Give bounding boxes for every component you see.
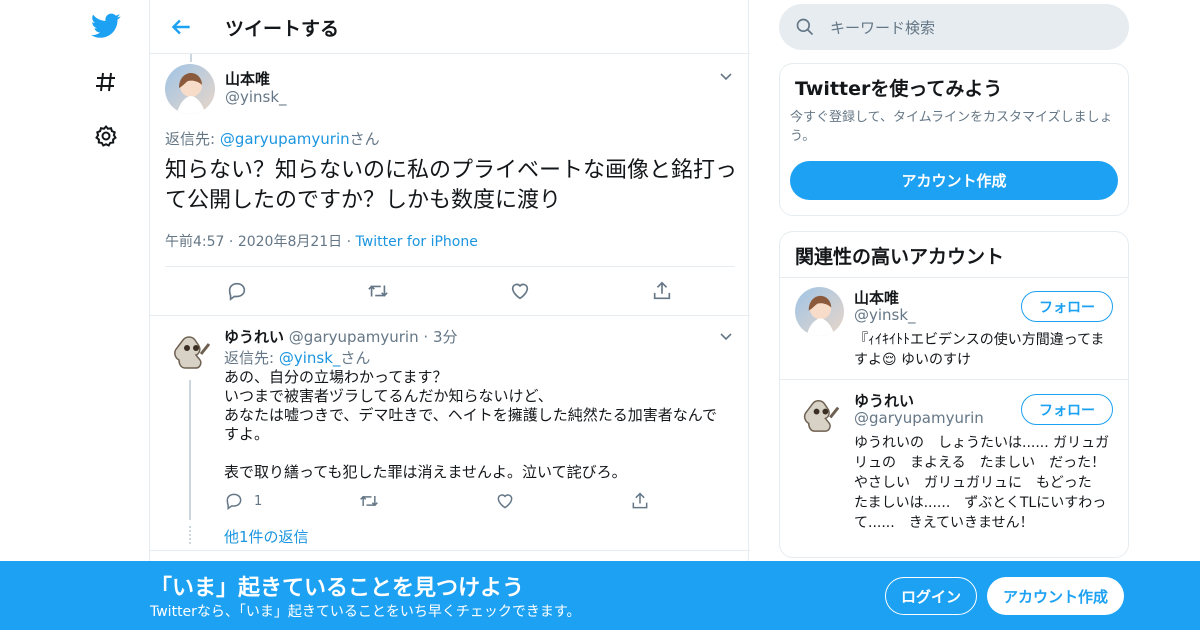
like-icon[interactable] [495, 491, 517, 513]
divider [780, 277, 1128, 278]
reply-count: 1 [254, 494, 263, 509]
tweet-meta: 午前4:57 · 2020年8月21日 · Twitter for iPhone [165, 231, 478, 251]
twitter-bird-icon[interactable] [90, 10, 122, 42]
account-name[interactable]: 山本唯 [854, 287, 899, 308]
reply-text: あの、自分の立場わかってます？ いつまで被害者ヅラしてるんだか知らないけど、 あ… [224, 368, 724, 482]
avatar[interactable] [795, 287, 844, 336]
reply-line: すよ。 [224, 425, 270, 443]
account-handle[interactable]: @garyupamyurin [854, 409, 984, 427]
retweet-icon[interactable] [359, 491, 381, 513]
divider [780, 379, 1128, 380]
tweet-text: 知らない？知らないのに私のプライベートな画像と銘打って公開したのですか？しかも数… [165, 158, 738, 213]
tweet-time[interactable]: 午前4:57 [165, 234, 224, 250]
account-handle[interactable]: @yinsk_ [854, 306, 916, 324]
reply-suffix: さん [340, 349, 371, 367]
reply-line: いつまで被害者ヅラしてるんだか知らないけど、 [224, 387, 553, 405]
share-icon[interactable] [630, 491, 652, 513]
divider [165, 266, 735, 267]
thread-dots [189, 526, 192, 544]
chevron-down-icon[interactable] [718, 328, 734, 344]
signup-card-desc: 今すぐ登録して、タイムラインをカスタマイズしましょう。 [790, 110, 1113, 144]
signup-card: Twitterを使ってみよう 今すぐ登録して、タイムラインをカスタマイズしましょ… [779, 63, 1129, 216]
account-bio: ゆうれいの しょうたいは...... ガリュガリュの まよえる たましい だった… [854, 435, 1110, 531]
search-box[interactable]: キーワード検索 [779, 4, 1129, 50]
reply-to-link[interactable]: @garyupamyurin [220, 130, 350, 148]
follow-button[interactable]: フォロー [1021, 291, 1113, 322]
left-nav [80, 0, 130, 630]
reply-line: あなたは嘘つきで、デマ吐きで、ヘイトを擁護した純然たる加害者なんで [224, 406, 718, 424]
more-replies-link[interactable]: 他1件の返信 [224, 526, 309, 547]
meta-separator: · [346, 234, 352, 250]
reply-icon[interactable] [226, 280, 248, 302]
reply-to-link[interactable]: @yinsk_ [279, 349, 341, 367]
signup-button[interactable]: アカウント作成 [987, 577, 1124, 615]
banner-subtext: Twitterなら、「いま」起きていることをいち早くチェックできます。 [150, 604, 581, 620]
main-column: ツイートする 山本唯 @yinsk_ 返信先: @garyupamyurinさん… [149, 0, 750, 630]
search-icon [795, 17, 815, 37]
author-handle[interactable]: @yinsk_ [225, 88, 287, 106]
related-accounts-card: 関連性の高いアカウント 山本唯 @yinsk_ フォロー 『ｨｲｷｲﾄﾄエビデン… [779, 231, 1129, 558]
page-title: ツイートする [225, 18, 340, 40]
follow-button[interactable]: フォロー [1021, 394, 1113, 425]
tweet-date[interactable]: 2020年8月21日 [238, 234, 342, 250]
divider [150, 315, 750, 316]
chevron-down-icon[interactable] [718, 68, 734, 84]
reply-author-handle[interactable]: @garyupamyurin [289, 328, 419, 346]
reply-line [224, 444, 724, 463]
reply-suffix: さん [349, 130, 380, 148]
thread-connector-line [189, 380, 191, 520]
like-icon[interactable] [509, 280, 531, 302]
reply-context: 返信先: @yinsk_さん [224, 347, 370, 368]
reply-prefix: 返信先: [224, 349, 279, 367]
create-account-button[interactable]: アカウント作成 [790, 161, 1118, 200]
reply-context: 返信先: @garyupamyurinさん [165, 128, 380, 149]
banner-headline: 「いま」起きていることを見つけよう [150, 576, 525, 601]
reply-prefix: 返信先: [165, 130, 220, 148]
hashtag-icon[interactable] [90, 66, 122, 98]
reply-header: ゆうれい @garyupamyurin · 3分 [224, 326, 458, 347]
reply-line: 表で取り繕っても犯した罪は消えませんよ。泣いて詫びろ。 [224, 463, 627, 481]
reply-time[interactable]: 3分 [433, 328, 458, 346]
avatar[interactable] [165, 326, 215, 376]
signup-card-title: Twitterを使ってみよう [795, 78, 1003, 100]
related-title: 関連性の高いアカウント [795, 246, 1005, 268]
divider [150, 550, 750, 551]
retweet-icon[interactable] [367, 280, 389, 302]
tweet-client[interactable]: Twitter for iPhone [356, 234, 478, 250]
settings-gear-icon[interactable] [90, 120, 122, 152]
avatar[interactable] [165, 64, 215, 114]
signup-banner: 「いま」起きていることを見つけよう Twitterなら、「いま」起きていることを… [0, 561, 1200, 630]
author-name[interactable]: 山本唯 [225, 68, 270, 89]
back-arrow-icon[interactable] [168, 14, 194, 40]
thread-connector-line [190, 54, 192, 62]
reply-author-name[interactable]: ゆうれい [224, 328, 284, 346]
account-bio: 『ｨｲｷｲﾄﾄエビデンスの使い方間違ってますよ😌 ゆいのすけ [854, 332, 1105, 368]
login-button[interactable]: ログイン [885, 577, 977, 615]
account-name[interactable]: ゆうれい [854, 390, 914, 411]
meta-separator: · [228, 234, 234, 250]
meta-separator: · [423, 328, 429, 346]
reply-line: あの、自分の立場わかってます？ [224, 368, 448, 386]
reply-icon[interactable] [224, 491, 246, 513]
share-icon[interactable] [651, 280, 673, 302]
page-header: ツイートする [150, 0, 750, 54]
avatar[interactable] [795, 390, 844, 439]
search-placeholder[interactable]: キーワード検索 [830, 17, 935, 38]
